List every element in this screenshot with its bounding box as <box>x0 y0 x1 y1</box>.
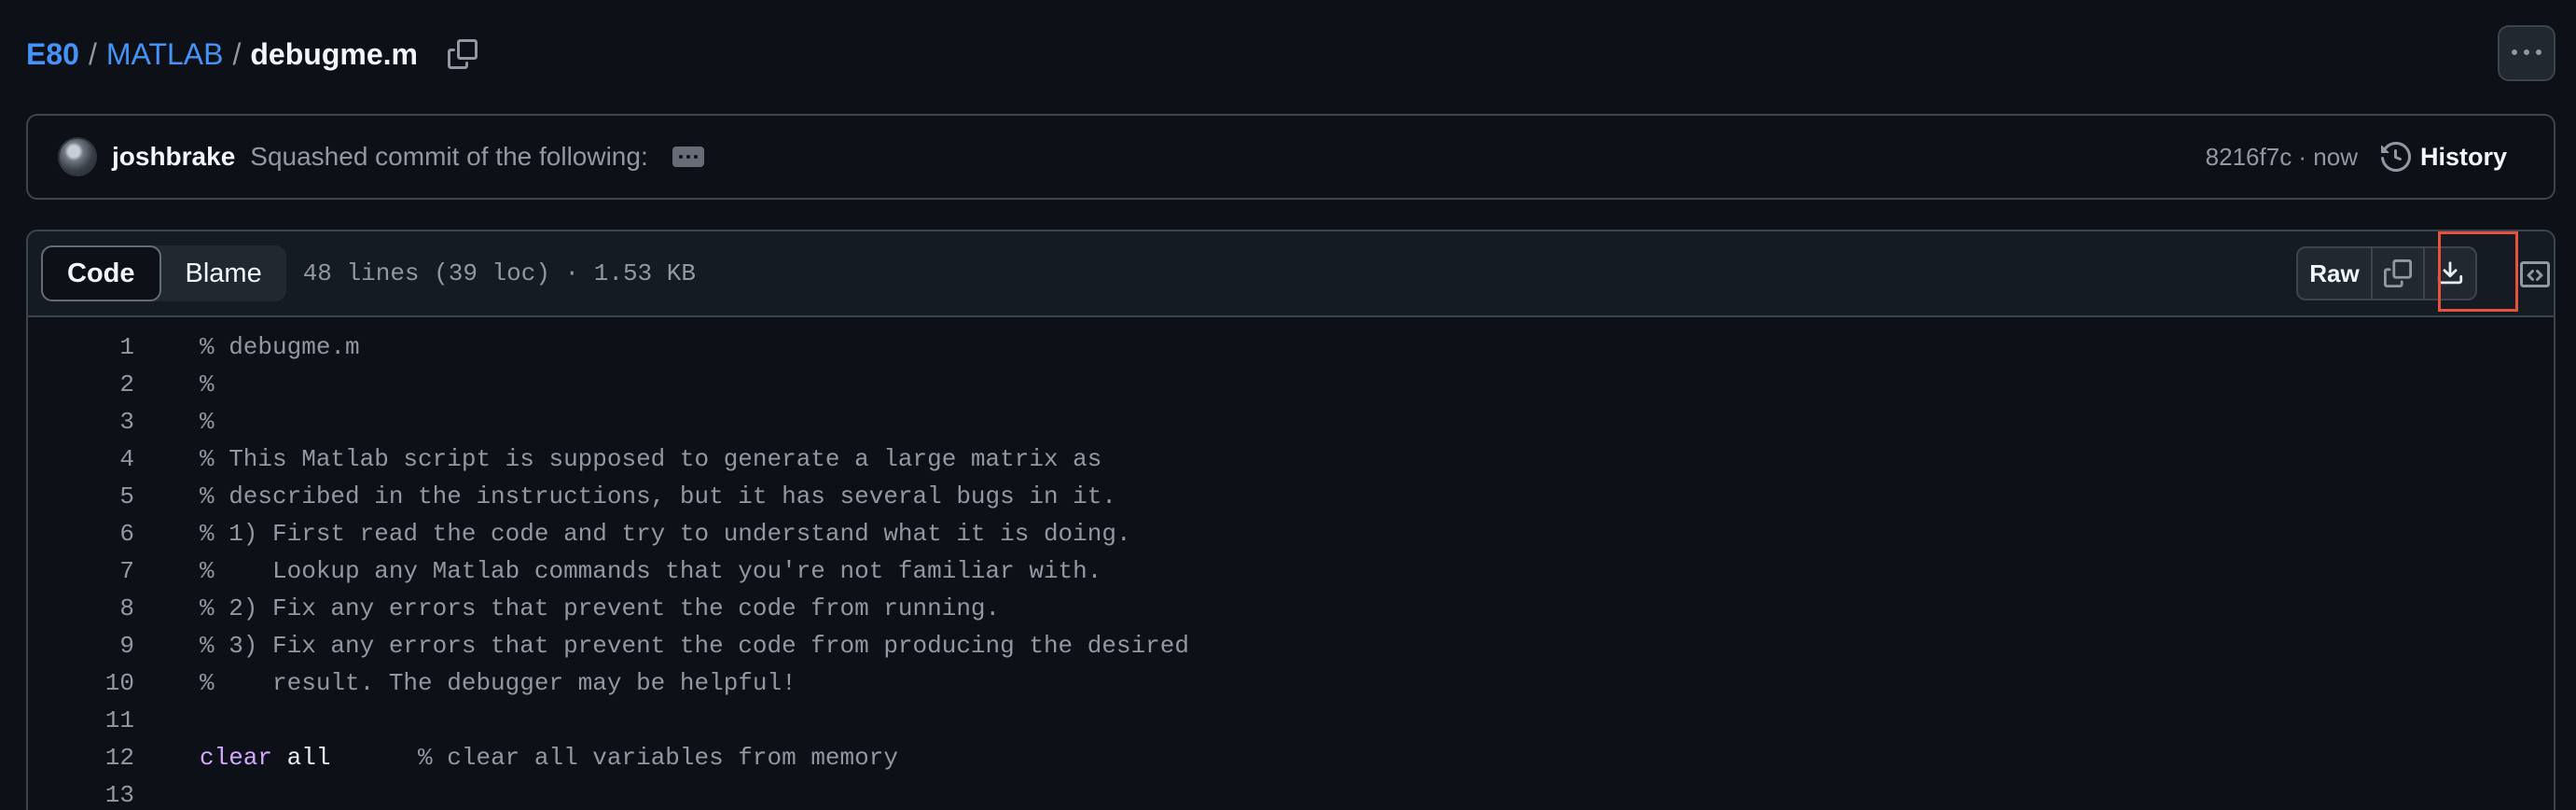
code-line: 9 % 3) Fix any errors that prevent the co… <box>28 627 2554 664</box>
comment-token: % clear all variables from memory <box>330 744 898 772</box>
history-button[interactable]: History <box>2380 142 2507 172</box>
tab-code[interactable]: Code <box>41 245 161 301</box>
avatar[interactable] <box>58 137 97 176</box>
ellipsis-dot <box>686 155 690 159</box>
ellipsis-dot <box>693 155 698 159</box>
latest-commit-bar: joshbrake Squashed commit of the followi… <box>26 114 2555 200</box>
copy-icon <box>447 39 478 69</box>
code-line: 7 % Lookup any Matlab commands that you'r… <box>28 552 2554 590</box>
breadcrumb-owner-link[interactable]: E80 <box>26 37 79 72</box>
line-content: % result. The debugger may be helpful! <box>200 669 796 697</box>
code-line: 5 % described in the instructions, but it… <box>28 478 2554 515</box>
history-icon <box>2380 142 2411 172</box>
commit-author-link[interactable]: joshbrake <box>112 142 235 172</box>
code-line: 1 % debugme.m <box>28 328 2554 366</box>
line-number[interactable]: 12 <box>28 744 134 772</box>
code-line: 11 <box>28 702 2554 739</box>
line-content: % <box>200 370 215 398</box>
line-content: % 2) Fix any errors that prevent the cod… <box>200 594 1001 622</box>
expand-commit-message-button[interactable] <box>672 147 704 167</box>
keyword-token: clear <box>200 744 273 772</box>
tab-blame[interactable]: Blame <box>161 245 286 301</box>
commit-hash-time[interactable]: 8216f7c · now <box>2206 143 2358 172</box>
more-options-button[interactable] <box>2498 25 2555 81</box>
raw-button[interactable]: Raw <box>2296 246 2373 300</box>
line-number[interactable]: 8 <box>28 594 134 622</box>
file-viewer: Code Blame 48 lines (39 loc) · 1.53 KB R… <box>26 230 2555 810</box>
code-line: 8 % 2) Fix any errors that prevent the co… <box>28 590 2554 627</box>
code-line: 12 clear all % clear all variables from m… <box>28 739 2554 776</box>
line-number[interactable]: 4 <box>28 445 134 473</box>
view-toggle: Code Blame <box>41 245 286 301</box>
file-header: Code Blame 48 lines (39 loc) · 1.53 KB R… <box>28 231 2554 317</box>
line-number[interactable]: 3 <box>28 408 134 436</box>
code-view[interactable]: 1% debugme.m 2% 3% 4% This Matlab script is… <box>28 317 2554 810</box>
breadcrumb-separator: / <box>232 36 242 71</box>
copy-icon <box>2384 259 2412 287</box>
line-content: clear all % clear all variables from mem… <box>200 744 898 772</box>
line-number[interactable]: 2 <box>28 370 134 398</box>
line-content: % Lookup any Matlab commands that you're… <box>200 557 1102 585</box>
file-info: 48 lines (39 loc) · 1.53 KB <box>302 259 696 287</box>
line-content: % described in the instructions, but it … <box>200 482 1116 510</box>
line-content: % <box>200 408 215 436</box>
code-line: 4 % This Matlab script is supposed to gen… <box>28 440 2554 478</box>
line-number[interactable]: 10 <box>28 669 134 697</box>
line-number[interactable]: 13 <box>28 781 134 809</box>
code-line: 6 % 1) First read the code and try to und… <box>28 515 2554 552</box>
line-content: % This Matlab script is supposed to gene… <box>200 445 1102 473</box>
code-line: 2% <box>28 366 2554 403</box>
copy-raw-button[interactable] <box>2373 246 2425 300</box>
breadcrumb: E80 / MATLAB / debugme.m <box>26 32 481 77</box>
line-content: % 1) First read the code and try to unde… <box>200 520 1131 548</box>
line-content: % debugme.m <box>200 333 360 361</box>
line-content: % 3) Fix any errors that prevent the cod… <box>200 632 1189 660</box>
breadcrumb-separator: / <box>88 36 97 71</box>
line-number[interactable]: 11 <box>28 706 134 734</box>
symbols-icon <box>2520 261 2550 287</box>
code-line: 3% <box>28 403 2554 440</box>
symbols-panel-button[interactable] <box>2516 256 2554 293</box>
argument-token: all <box>286 744 331 772</box>
line-number[interactable]: 9 <box>28 632 134 660</box>
breadcrumb-file-name: debugme.m <box>250 36 418 71</box>
line-number[interactable]: 7 <box>28 557 134 585</box>
breadcrumb-repo-link[interactable]: MATLAB <box>106 37 224 72</box>
download-highlight-box <box>2438 231 2518 312</box>
line-number[interactable]: 5 <box>28 482 134 510</box>
code-line: 13 <box>28 776 2554 810</box>
history-label: History <box>2419 142 2507 171</box>
copy-path-button[interactable] <box>444 35 481 73</box>
line-number[interactable]: 1 <box>28 333 134 361</box>
kebab-horizontal-icon <box>2512 49 2541 55</box>
commit-message[interactable]: Squashed commit of the following: <box>250 142 647 172</box>
line-number[interactable]: 6 <box>28 520 134 548</box>
code-line: 10 % result. The debugger may be helpful! <box>28 664 2554 702</box>
ellipsis-icon <box>678 155 683 159</box>
